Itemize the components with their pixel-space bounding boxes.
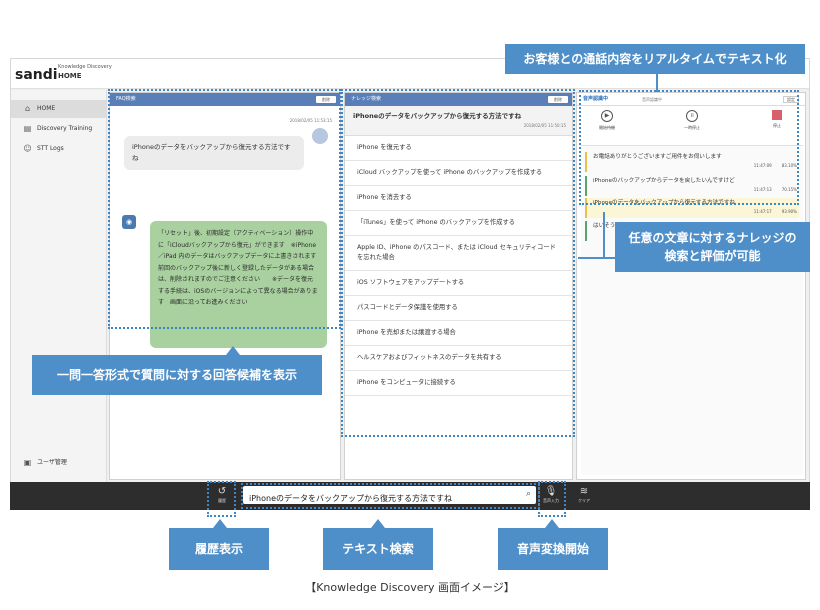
callout-faq: 一問一答形式で質問に対する回答候補を表示 bbox=[32, 355, 322, 395]
sidebar-item-label: STT Logs bbox=[37, 145, 64, 152]
sidebar-item-label: HOME bbox=[37, 105, 56, 112]
sidebar-item-stt-logs[interactable]: ☺ STT Logs bbox=[11, 140, 107, 158]
search-highlight-frame bbox=[241, 483, 540, 509]
sidebar-item-home[interactable]: ⌂ HOME bbox=[11, 100, 107, 118]
transcript-time: 11:47:17 bbox=[753, 209, 772, 214]
knowledge-highlight-frame bbox=[341, 89, 575, 437]
callout-knowledge-eval: 任意の文章に対するナレッジの 検索と評価が可能 bbox=[615, 222, 810, 272]
users-icon: ☺ bbox=[23, 144, 32, 153]
eraser-icon: ≋ bbox=[579, 486, 589, 497]
home-icon: ⌂ bbox=[24, 104, 31, 113]
user-icon: ▣ bbox=[23, 458, 32, 467]
image-caption: 【Knowledge Discovery 画面イメージ】 bbox=[305, 581, 515, 594]
sidebar-item-user-management[interactable]: ▣ ユーザ管理 bbox=[11, 454, 107, 472]
brand-subtitle: Knowledge Discovery bbox=[58, 64, 112, 70]
clear-button[interactable]: ≋ クリア bbox=[573, 486, 595, 504]
callout-text-search: テキスト検索 bbox=[323, 528, 433, 570]
transcript-score: 93.90% bbox=[781, 209, 797, 214]
callout-history: 履歴表示 bbox=[169, 528, 269, 570]
callout-realtime: お客様との通話内容をリアルタイムでテキスト化 bbox=[505, 44, 805, 74]
voice-highlight-frame bbox=[579, 90, 799, 205]
sidebar-item-label: Discovery Training bbox=[37, 125, 93, 132]
page-title: HOME bbox=[58, 72, 82, 80]
faq-highlight-frame bbox=[108, 89, 341, 329]
callout-connector bbox=[603, 212, 605, 259]
history-highlight-frame bbox=[207, 481, 236, 517]
voice-input-highlight-frame bbox=[538, 481, 566, 517]
callout-arrow bbox=[213, 519, 227, 528]
book-icon: ▤ bbox=[23, 124, 32, 133]
callout-voice-start: 音声変換開始 bbox=[498, 528, 608, 570]
callout-arrow bbox=[371, 519, 385, 528]
sidebar: ⌂ HOME ▤ Discovery Training ☺ STT Logs ▣… bbox=[11, 90, 107, 482]
callout-arrow bbox=[545, 519, 559, 528]
logo[interactable]: sandi bbox=[15, 67, 58, 83]
sidebar-item-label: ユーザ管理 bbox=[37, 459, 67, 466]
callout-connector bbox=[656, 74, 658, 92]
sidebar-item-discovery-training[interactable]: ▤ Discovery Training bbox=[11, 120, 107, 138]
callout-arrow bbox=[226, 346, 240, 355]
callout-connector bbox=[578, 257, 605, 259]
clear-label: クリア bbox=[578, 498, 590, 503]
